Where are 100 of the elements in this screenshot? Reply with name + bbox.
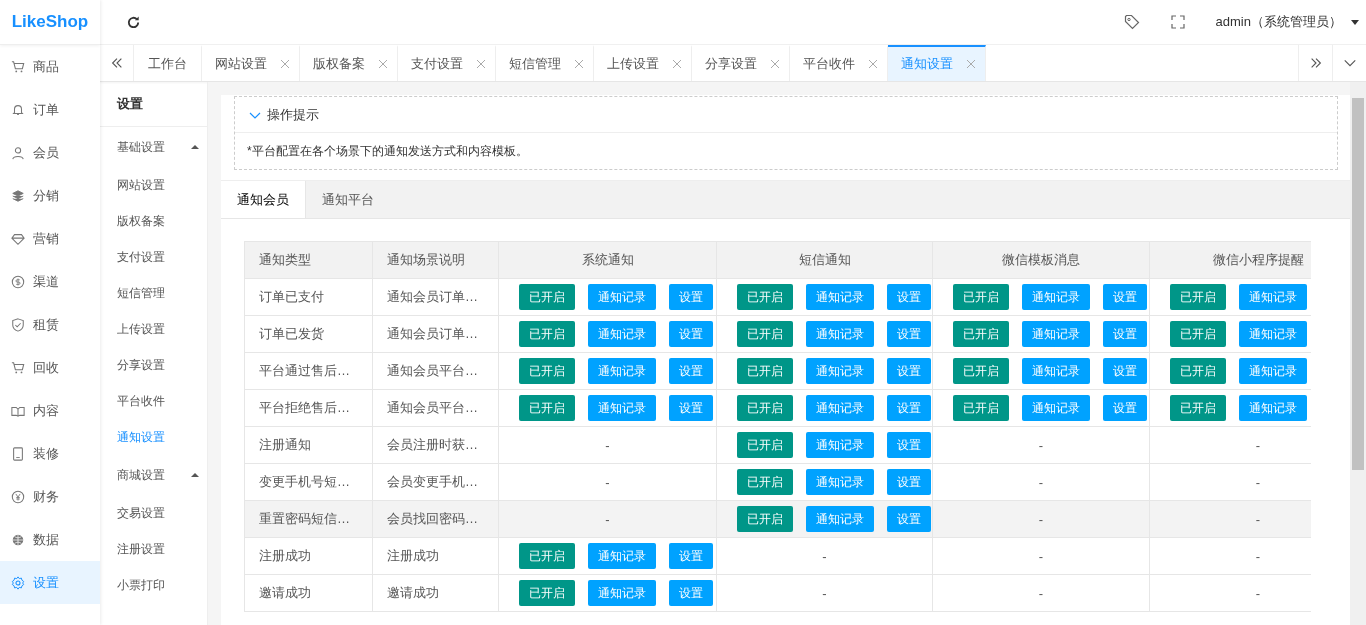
refresh-icon[interactable] — [126, 14, 141, 30]
submenu-item[interactable]: 短信管理 — [100, 275, 207, 311]
submenu-item[interactable]: 支付设置 — [100, 239, 207, 275]
enabled-button[interactable]: 已开启 — [1170, 358, 1226, 384]
action-button[interactable]: 通知记录 — [1022, 284, 1090, 310]
page-tab[interactable]: 分享设置 — [692, 45, 790, 81]
user-menu[interactable]: admin（系统管理员） — [1215, 13, 1342, 31]
action-button[interactable]: 通知记录 — [806, 432, 874, 458]
sidebar-item[interactable]: 财务 — [0, 475, 100, 518]
action-button[interactable]: 通知记录 — [1022, 321, 1090, 347]
close-icon[interactable] — [477, 60, 485, 68]
action-button[interactable]: 设置 — [1103, 358, 1147, 384]
enabled-button[interactable]: 已开启 — [519, 543, 575, 569]
enabled-button[interactable]: 已开启 — [953, 321, 1009, 347]
page-tab[interactable]: 版权备案 — [300, 45, 398, 81]
submenu-group[interactable]: 基础设置 — [100, 127, 207, 167]
close-icon[interactable] — [575, 60, 583, 68]
submenu-group[interactable]: 商城设置 — [100, 455, 207, 495]
action-button[interactable]: 设置 — [887, 469, 931, 495]
submenu-item[interactable]: 注册设置 — [100, 531, 207, 567]
action-button[interactable]: 通知记录 — [806, 395, 874, 421]
action-button[interactable]: 设置 — [887, 358, 931, 384]
action-button[interactable]: 通知记录 — [806, 506, 874, 532]
action-button[interactable]: 设置 — [669, 321, 713, 347]
action-button[interactable]: 通知记录 — [806, 321, 874, 347]
close-icon[interactable] — [967, 60, 975, 68]
enabled-button[interactable]: 已开启 — [737, 358, 793, 384]
submenu-item[interactable]: 通知设置 — [100, 419, 207, 455]
fullscreen-icon[interactable] — [1169, 14, 1186, 30]
page-tab[interactable]: 支付设置 — [398, 45, 496, 81]
tab-menu-button[interactable] — [1332, 45, 1366, 81]
enabled-button[interactable]: 已开启 — [953, 358, 1009, 384]
sidebar-item[interactable]: 设置 — [0, 561, 100, 604]
action-button[interactable]: 设置 — [887, 506, 931, 532]
enabled-button[interactable]: 已开启 — [1170, 395, 1226, 421]
action-button[interactable]: 设置 — [669, 395, 713, 421]
sidebar-item[interactable]: 订单 — [0, 88, 100, 131]
action-button[interactable]: 设置 — [887, 432, 931, 458]
close-icon[interactable] — [281, 60, 289, 68]
action-button[interactable]: 通知记录 — [588, 543, 656, 569]
scrollbar[interactable] — [1350, 82, 1366, 625]
enabled-button[interactable]: 已开启 — [737, 506, 793, 532]
action-button[interactable]: 通知记录 — [588, 395, 656, 421]
submenu-item[interactable]: 分享设置 — [100, 347, 207, 383]
action-button[interactable]: 设置 — [887, 321, 931, 347]
action-button[interactable]: 设置 — [887, 284, 931, 310]
submenu-item[interactable]: 交易设置 — [100, 495, 207, 531]
enabled-button[interactable]: 已开启 — [519, 580, 575, 606]
submenu-item[interactable]: 版权备案 — [100, 203, 207, 239]
action-button[interactable]: 设置 — [1103, 321, 1147, 347]
enabled-button[interactable]: 已开启 — [519, 321, 575, 347]
action-button[interactable]: 设置 — [1103, 395, 1147, 421]
sidebar-item[interactable]: 回收 — [0, 346, 100, 389]
submenu-item[interactable]: 上传设置 — [100, 311, 207, 347]
close-icon[interactable] — [771, 60, 779, 68]
action-button[interactable]: 通知记录 — [588, 321, 656, 347]
close-icon[interactable] — [869, 60, 877, 68]
enabled-button[interactable]: 已开启 — [737, 284, 793, 310]
action-button[interactable]: 通知记录 — [1239, 284, 1307, 310]
page-tab[interactable]: 工作台 — [134, 45, 202, 81]
sidebar-item[interactable]: 商品 — [0, 45, 100, 88]
sidebar-item[interactable]: 会员 — [0, 131, 100, 174]
page-tab[interactable]: 短信管理 — [496, 45, 594, 81]
scroll-right-button[interactable] — [1298, 45, 1332, 81]
notify-tab[interactable]: 通知会员 — [221, 181, 306, 218]
submenu-item[interactable]: 小票打印 — [100, 567, 207, 603]
enabled-button[interactable]: 已开启 — [737, 321, 793, 347]
sidebar-item[interactable]: 内容 — [0, 389, 100, 432]
sidebar-item[interactable]: 装修 — [0, 432, 100, 475]
action-button[interactable]: 通知记录 — [806, 469, 874, 495]
sidebar-item[interactable]: 营销 — [0, 217, 100, 260]
enabled-button[interactable]: 已开启 — [737, 432, 793, 458]
notify-tab[interactable]: 通知平台 — [306, 181, 390, 218]
action-button[interactable]: 通知记录 — [1239, 358, 1307, 384]
enabled-button[interactable]: 已开启 — [1170, 321, 1226, 347]
action-button[interactable]: 通知记录 — [588, 580, 656, 606]
action-button[interactable]: 设置 — [669, 358, 713, 384]
page-tab[interactable]: 通知设置 — [888, 45, 986, 81]
action-button[interactable]: 设置 — [1103, 284, 1147, 310]
action-button[interactable]: 通知记录 — [1022, 395, 1090, 421]
action-button[interactable]: 通知记录 — [588, 284, 656, 310]
enabled-button[interactable]: 已开启 — [953, 395, 1009, 421]
action-button[interactable]: 设置 — [669, 580, 713, 606]
action-button[interactable]: 设置 — [669, 543, 713, 569]
scroll-left-button[interactable] — [100, 45, 134, 81]
action-button[interactable]: 通知记录 — [1239, 321, 1307, 347]
enabled-button[interactable]: 已开启 — [1170, 284, 1226, 310]
enabled-button[interactable]: 已开启 — [737, 395, 793, 421]
action-button[interactable]: 通知记录 — [806, 358, 874, 384]
enabled-button[interactable]: 已开启 — [737, 469, 793, 495]
close-icon[interactable] — [673, 60, 681, 68]
sidebar-item[interactable]: 数据 — [0, 518, 100, 561]
action-button[interactable]: 通知记录 — [1022, 358, 1090, 384]
enabled-button[interactable]: 已开启 — [953, 284, 1009, 310]
action-button[interactable]: 通知记录 — [588, 358, 656, 384]
action-button[interactable]: 设置 — [669, 284, 713, 310]
sidebar-item[interactable]: 租赁 — [0, 303, 100, 346]
submenu-item[interactable]: 平台收件 — [100, 383, 207, 419]
enabled-button[interactable]: 已开启 — [519, 284, 575, 310]
tag-icon[interactable] — [1123, 14, 1140, 30]
